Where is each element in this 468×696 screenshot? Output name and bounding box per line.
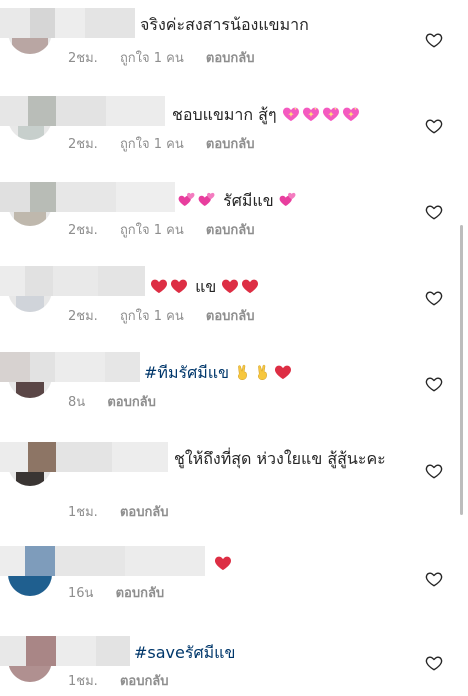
like-heart-icon[interactable]: [425, 375, 443, 393]
username-blurred[interactable]: [0, 636, 130, 666]
comment-time: 2ชม.: [68, 51, 98, 66]
like-heart-icon[interactable]: [425, 203, 443, 221]
like-heart-icon[interactable]: [425, 117, 443, 135]
sparkling-heart-icon: [282, 105, 300, 123]
red-heart-icon: [274, 363, 292, 381]
sparkling-heart-icon: [302, 105, 320, 123]
comment-meta: 1ชม. ตอบกลับ: [68, 505, 187, 521]
comment-text: ชอบแขมาก สู้ๆ: [172, 104, 362, 126]
comment-time: 2ชม.: [68, 309, 98, 324]
username-blurred[interactable]: [0, 546, 205, 576]
comment-meta: 2ชม. ถูกใจ 1 คน ตอบกลับ: [68, 223, 273, 239]
comment-meta: 2ชม. ถูกใจ 1 คน ตอบกลับ: [68, 137, 273, 153]
comment-time: 16น: [68, 586, 94, 601]
username-blurred[interactable]: [0, 182, 175, 212]
comment-time: 8น: [68, 395, 86, 410]
reply-button[interactable]: ตอบกลับ: [120, 674, 169, 689]
comment-likes[interactable]: ถูกใจ 1 คน: [120, 223, 184, 238]
hashtag-link[interactable]: #ทีมรัศมีแข: [144, 363, 229, 382]
reply-button[interactable]: ตอบกลับ: [206, 137, 255, 152]
comment-text: [214, 553, 234, 575]
comment-text: #saveรัศมีแข: [134, 642, 235, 664]
comment-text: #ทีมรัศมีแข: [144, 362, 294, 384]
comments-list[interactable]: จริงค่ะสงสารน้องแขมาก 2ชม. ถูกใจ 1 คน ตอ…: [0, 0, 468, 696]
two-hearts-icon: [198, 191, 216, 209]
red-heart-icon: [150, 277, 168, 295]
comment-meta: 1ชม. ตอบกลับ: [68, 674, 187, 690]
comment-text: แข: [150, 276, 261, 298]
reply-button[interactable]: ตอบกลับ: [206, 309, 255, 324]
two-hearts-icon: [178, 191, 196, 209]
comment-meta: 8น ตอบกลับ: [68, 395, 174, 411]
username-blurred[interactable]: [0, 352, 140, 382]
comment-time: 1ชม.: [68, 674, 98, 689]
comment-time: 2ชม.: [68, 223, 98, 238]
reply-button[interactable]: ตอบกลับ: [206, 51, 255, 66]
like-heart-icon[interactable]: [425, 654, 443, 672]
username-blurred[interactable]: [0, 266, 145, 296]
red-heart-icon: [214, 554, 232, 572]
comment-meta: 16น ตอบกลับ: [68, 586, 182, 602]
username-blurred[interactable]: [0, 96, 165, 126]
like-heart-icon[interactable]: [425, 462, 443, 480]
username-blurred[interactable]: [0, 8, 135, 38]
comment-time: 2ชม.: [68, 137, 98, 152]
comment-text: ชูให้ถึงที่สุด ห่วงใยแข สู้สู้นะคะ: [174, 449, 386, 468]
reply-button[interactable]: ตอบกลับ: [116, 586, 165, 601]
red-heart-icon: [241, 277, 259, 295]
reply-button[interactable]: ตอบกลับ: [206, 223, 255, 238]
like-heart-icon[interactable]: [425, 31, 443, 49]
red-heart-icon: [170, 277, 188, 295]
two-hearts-icon: [279, 191, 297, 209]
sparkling-heart-icon: [322, 105, 340, 123]
hashtag-link[interactable]: #saveรัศมีแข: [134, 643, 235, 662]
comment-text: จริงค่ะสงสารน้องแขมาก: [140, 15, 309, 34]
comment-time: 1ชม.: [68, 505, 98, 520]
red-heart-icon: [221, 277, 239, 295]
comment-likes[interactable]: ถูกใจ 1 คน: [120, 137, 184, 152]
reply-button[interactable]: ตอบกลับ: [107, 395, 156, 410]
victory-hand-icon: [254, 363, 272, 381]
comment-text: รัศมีแข: [178, 190, 299, 212]
like-heart-icon[interactable]: [425, 570, 443, 588]
sparkling-heart-icon: [342, 105, 360, 123]
reply-button[interactable]: ตอบกลับ: [120, 505, 169, 520]
comment-likes[interactable]: ถูกใจ 1 คน: [120, 51, 184, 66]
victory-hand-icon: [234, 363, 252, 381]
comment-likes[interactable]: ถูกใจ 1 คน: [120, 309, 184, 324]
like-heart-icon[interactable]: [425, 289, 443, 307]
scrollbar[interactable]: [460, 225, 463, 515]
comment-meta: 2ชม. ถูกใจ 1 คน ตอบกลับ: [68, 309, 273, 325]
comment-meta: 2ชม. ถูกใจ 1 คน ตอบกลับ: [68, 51, 273, 67]
